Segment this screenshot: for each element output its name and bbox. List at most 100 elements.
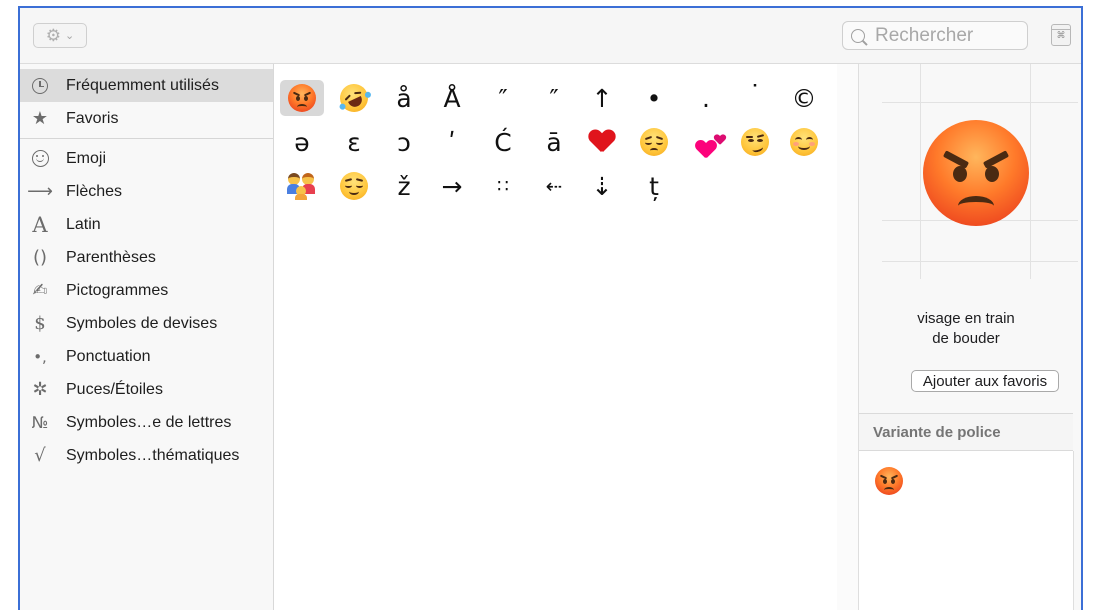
star-icon: ★	[31, 108, 49, 129]
grid-item-dashed-left-arrow[interactable]: ⇠	[532, 168, 576, 204]
grid-item-two-hearts[interactable]	[684, 124, 728, 160]
grid-item-prime[interactable]: ʹ	[430, 124, 474, 160]
font-variants-list	[859, 451, 1074, 610]
parentheses-icon: ()	[32, 247, 48, 268]
latin-letter-icon: A	[32, 212, 48, 237]
grid-item-relieved-face[interactable]	[332, 168, 376, 204]
character-name-line-1: visage en train	[917, 310, 1015, 327]
punctuation-icon: •,	[33, 347, 47, 366]
grid-item-angry-face[interactable]	[280, 80, 324, 116]
grid-item-pensive-face[interactable]	[632, 124, 676, 160]
grid-item-copyright[interactable]: ©	[782, 80, 826, 116]
family-emoji-icon	[287, 172, 317, 200]
grid-item-proportion[interactable]: ∷	[481, 168, 525, 204]
grid-item-dot-above[interactable]: ˙	[733, 76, 777, 112]
sidebar-item-math-symbols[interactable]: √ Symboles…thématiques	[20, 439, 273, 472]
sidebar-item-punctuation[interactable]: •, Ponctuation	[20, 340, 273, 373]
character-name-line-2: de bouder	[932, 330, 1000, 347]
sidebar-item-label: Symboles…e de lettres	[66, 413, 232, 431]
sidebar-item-label: Pictogrammes	[66, 281, 169, 299]
relieved-face-emoji-icon	[340, 172, 368, 200]
search-icon	[851, 28, 865, 43]
sidebar-item-favorites[interactable]: ★ Favoris	[20, 102, 273, 135]
sidebar-item-label: Emoji	[66, 149, 107, 167]
grid-item-a-ring[interactable]: å	[382, 80, 426, 116]
sidebar-item-emoji[interactable]: Emoji	[20, 142, 273, 175]
pensive-face-emoji-icon	[640, 128, 668, 156]
add-to-favorites-button[interactable]: Ajouter aux favoris	[911, 370, 1059, 392]
grid-item-c-acute[interactable]: Ć	[481, 124, 525, 160]
grid-item-smiling-face[interactable]	[782, 124, 826, 160]
grid-item-smirk[interactable]	[733, 124, 777, 160]
grid-item-up-arrow[interactable]: ↑	[580, 80, 624, 116]
grid-item-right-arrow[interactable]: →	[430, 168, 474, 204]
grid-item-t-comma[interactable]: ț	[632, 168, 676, 204]
grid-item-rofl[interactable]	[332, 79, 376, 117]
grid-item-double-prime-2[interactable]: ″	[532, 80, 576, 116]
search-input[interactable]	[873, 23, 1027, 48]
chevron-down-icon: ⌄	[65, 30, 75, 42]
two-hearts-emoji-icon	[691, 128, 721, 156]
angry-face-preview-icon	[923, 120, 1029, 226]
arrow-icon: ⟶	[27, 181, 53, 202]
sidebar-item-label: Symboles…thématiques	[66, 446, 240, 464]
grid-item-family[interactable]	[280, 168, 324, 204]
writing-hand-icon: ✍	[32, 280, 48, 301]
guide-line	[1030, 64, 1031, 279]
sidebar-item-currency[interactable]: $ Symboles de devises	[20, 307, 273, 340]
font-variants-heading: Variante de police	[859, 413, 1073, 451]
asterisk-star-icon: ✲	[32, 379, 48, 400]
square-root-icon: √	[34, 445, 46, 466]
dollar-icon: $	[34, 313, 46, 334]
sidebar-divider	[20, 138, 273, 139]
sidebar-item-label: Symboles de devises	[66, 314, 218, 332]
gear-icon: ⚙	[45, 25, 62, 45]
character-detail-panel: visage en train de bouder Ajouter aux fa…	[859, 64, 1081, 610]
smirk-face-emoji-icon	[741, 128, 769, 156]
sidebar-item-label: Latin	[66, 215, 101, 233]
grid-item-a-macron[interactable]: ā	[532, 124, 576, 160]
sidebar-item-label: Favoris	[66, 109, 119, 127]
smiley-icon	[29, 150, 51, 167]
clock-icon	[29, 77, 51, 94]
grid-item-z-caron[interactable]: ž	[382, 168, 426, 204]
search-field[interactable]	[842, 21, 1028, 50]
action-menu-button[interactable]: ⚙ ⌄	[33, 23, 87, 48]
sidebar-item-label: Puces/Étoiles	[66, 380, 163, 398]
sidebar-item-parentheses[interactable]: () Parenthèses	[20, 241, 273, 274]
sidebar-item-latin[interactable]: A Latin	[20, 208, 273, 241]
keyboard-viewer-button[interactable]: ⌘	[1051, 24, 1071, 46]
sidebar-item-label: Ponctuation	[66, 347, 151, 365]
sidebar-item-label: Parenthèses	[66, 248, 156, 266]
character-viewer-window: ⚙ ⌄ ⌘ Fréquemment utilisés ★ Favoris Emo…	[18, 6, 1083, 610]
grid-item-red-heart[interactable]	[580, 124, 624, 160]
character-name: visage en train de bouder	[859, 309, 1073, 349]
red-heart-emoji-icon	[589, 130, 615, 154]
sidebar-item-arrows[interactable]: ⟶ Flèches	[20, 175, 273, 208]
sidebar-item-pictographs[interactable]: ✍ Pictogrammes	[20, 274, 273, 307]
sidebar-item-frequently-used[interactable]: Fréquemment utilisés	[20, 69, 273, 102]
sidebar-item-bullets-stars[interactable]: ✲ Puces/Étoiles	[20, 373, 273, 406]
grid-item-a-ring-capital[interactable]: Å	[430, 80, 474, 116]
rofl-emoji-icon	[335, 79, 373, 117]
guide-line	[882, 261, 1078, 262]
grid-item-open-o[interactable]: ɔ	[382, 124, 426, 160]
angry-face-emoji-icon	[288, 84, 316, 112]
guide-line	[920, 64, 921, 279]
numero-icon: №	[31, 413, 49, 432]
smiling-face-emoji-icon	[790, 128, 818, 156]
category-sidebar: Fréquemment utilisés ★ Favoris Emoji ⟶ F…	[20, 64, 274, 610]
sidebar-item-letterlike-symbols[interactable]: № Symboles…e de lettres	[20, 406, 273, 439]
sidebar-item-label: Flèches	[66, 182, 123, 200]
grid-item-period[interactable]: .	[684, 80, 728, 116]
toolbar: ⚙ ⌄ ⌘	[20, 8, 1081, 64]
command-icon: ⌘	[1056, 29, 1066, 40]
character-grid: å Å ″ ″ ↑ • . ˙ © ə ɛ ɔ ʹ Ć ā ž → ∷ ⇠ ⇣ …	[274, 64, 837, 610]
grid-item-bullet[interactable]: •	[632, 80, 676, 116]
angry-face-variant-icon[interactable]	[875, 467, 903, 495]
grid-item-open-e[interactable]: ɛ	[332, 124, 376, 160]
grid-item-schwa[interactable]: ə	[280, 124, 324, 160]
grid-item-double-prime[interactable]: ″	[481, 80, 525, 116]
grid-scrollbar-track[interactable]	[838, 64, 859, 610]
grid-item-dashed-down-arrow[interactable]: ⇣	[580, 168, 624, 204]
